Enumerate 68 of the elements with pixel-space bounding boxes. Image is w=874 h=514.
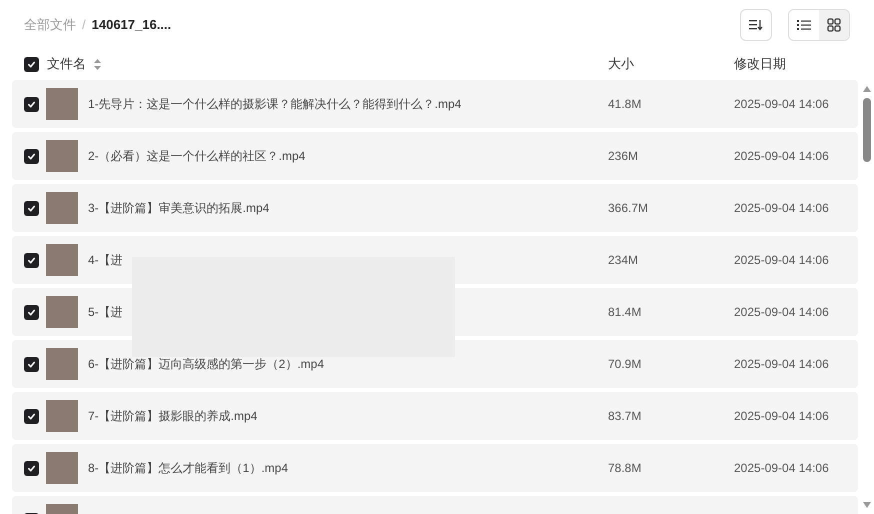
checkbox[interactable] [24, 56, 39, 72]
column-header[interactable]: 文件名 [47, 54, 86, 74]
column-header[interactable]: 大小 [608, 54, 634, 74]
checkmark-icon [27, 360, 36, 368]
view-mode-button[interactable] [819, 10, 849, 40]
file-row[interactable]: 3-【进阶篇】审美意识的拓展.mp4 366.7M 2025-09-04 14:06 [12, 184, 858, 232]
file-row[interactable]: 7-【进阶篇】摄影眼的养成.mp4 83.7M 2025-09-04 14:06 [12, 392, 858, 440]
file-name: 6-【进阶篇】迈向高级感的第一步（2）.mp4 [88, 356, 324, 373]
file-size: 81.4M [608, 304, 642, 321]
file-size: 41.8M [608, 96, 642, 113]
file-row[interactable]: 2-（必看）这是一个什么样的社区？.mp4 236M 2025-09-04 14:06 [12, 132, 858, 180]
column-header[interactable]: 修改日期 [734, 54, 786, 74]
checkbox[interactable] [24, 252, 39, 268]
checkbox[interactable] [24, 356, 39, 372]
file-date: 2025-09-04 14:06 [734, 96, 829, 113]
file-date: 2025-09-04 14:06 [734, 252, 829, 269]
checkbox[interactable] [24, 96, 39, 112]
file-date: 2025-09-04 14:06 [734, 304, 829, 321]
file-size: 78.8M [608, 460, 642, 477]
file-name: 4-【进 [88, 252, 123, 269]
grid-icon [827, 18, 841, 32]
file-name: 5-【进 [88, 304, 123, 321]
scroll-down-icon[interactable] [863, 502, 871, 508]
checkmark-icon [27, 464, 36, 472]
photo-placeholder [46, 192, 78, 224]
sort-button[interactable] [740, 8, 772, 40]
file-name: 2-（必看）这是一个什么样的社区？.mp4 [88, 148, 306, 165]
file-size: 236M [608, 148, 640, 165]
file-date: 2025-09-04 14:06 [734, 200, 829, 217]
photo-placeholder [46, 400, 78, 432]
photo-placeholder [46, 348, 78, 380]
photo-placeholder [46, 88, 78, 120]
checkmark-icon [27, 204, 36, 212]
checkmark-icon [27, 152, 36, 160]
checkmark-icon [27, 60, 36, 68]
sort-icon [749, 18, 763, 30]
checkbox[interactable] [24, 304, 39, 320]
file-name: 7-【进阶篇】摄影眼的养成.mp4 [88, 408, 258, 425]
file-date: 2025-09-04 14:06 [734, 356, 829, 373]
checkbox[interactable] [24, 200, 39, 216]
file-size: 70.9M [608, 356, 642, 373]
file-date: 2025-09-04 14:06 [734, 148, 829, 165]
file-row[interactable]: 8-【进阶篇】怎么才能看到（1）.mp4 78.8M 2025-09-04 14:06 [12, 444, 858, 492]
checkmark-icon [27, 256, 36, 264]
checkbox[interactable] [24, 148, 39, 164]
checkmark-icon [27, 308, 36, 316]
checkbox[interactable] [24, 408, 39, 424]
file-size: 234M [608, 252, 640, 269]
photo-placeholder [46, 140, 78, 172]
file-row[interactable]: 1-先导片：这是一个什么样的摄影课？能解决什么？能得到什么？.mp4 41.8M 2025-09-04 14:06 [12, 80, 858, 128]
scroll-thumb[interactable] [863, 98, 871, 162]
file-date: 2025-09-04 14:06 [734, 408, 829, 425]
file-name: 8-【进阶篇】怎么才能看到（1）.mp4 [88, 460, 288, 477]
list-icon [797, 18, 811, 30]
breadcrumb-separator: / [82, 16, 86, 34]
breadcrumb-current: 140617_16.... [92, 16, 172, 34]
file-date: 2025-09-04 14:06 [734, 460, 829, 477]
file-name: 3-【进阶篇】审美意识的拓展.mp4 [88, 200, 270, 217]
scroll-up-icon[interactable] [863, 86, 871, 92]
checkbox[interactable] [24, 460, 39, 476]
file-size: 366.7M [608, 200, 650, 217]
photo-placeholder [46, 244, 78, 276]
file-name: 1-先导片：这是一个什么样的摄影课？能解决什么？能得到什么？.mp4 [88, 96, 462, 113]
checkmark-icon [27, 412, 36, 420]
file-size: 83.7M [608, 408, 642, 425]
photo-placeholder [46, 296, 78, 328]
photo-placeholder [46, 452, 78, 484]
checkmark-icon [27, 100, 36, 108]
